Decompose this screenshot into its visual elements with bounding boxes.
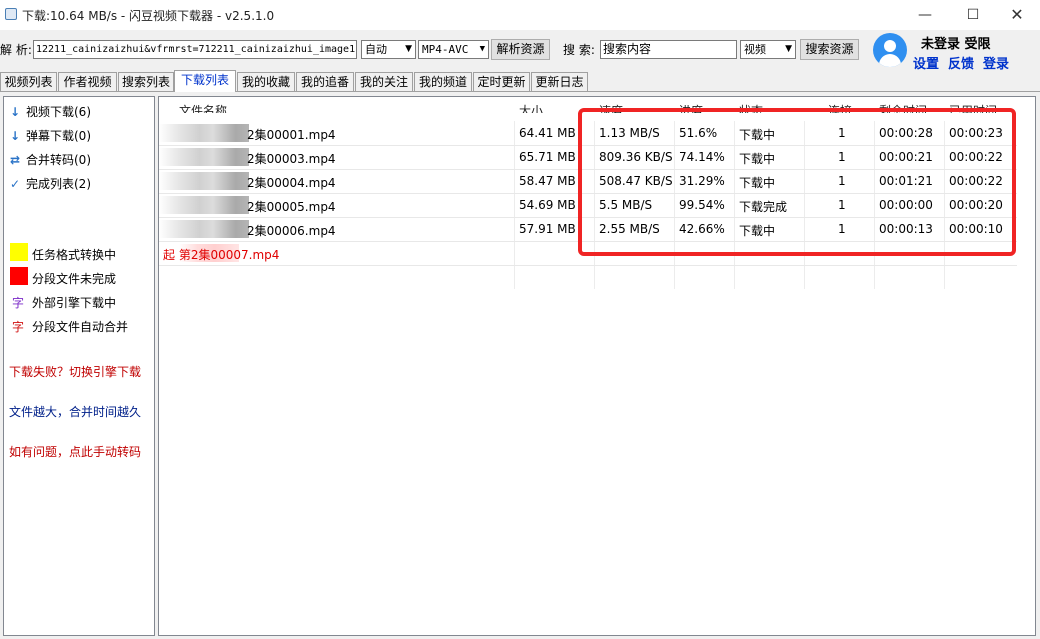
file-size: 64.41 MB <box>519 126 576 140</box>
redacted-filename-blur <box>159 172 249 190</box>
search-input[interactable]: 搜索内容 <box>600 40 737 59</box>
sidebar-item-video-download[interactable]: ↓ 视频下载(6) <box>10 103 91 120</box>
column-header-name[interactable]: 文件名称 <box>179 103 227 113</box>
search-button[interactable]: 搜索资源 <box>800 39 859 60</box>
file-name: 2集00003.mp4 <box>247 152 336 166</box>
tab-my-channel[interactable]: 我的频道 <box>414 72 472 91</box>
format-value: MP4-AVC <box>422 43 469 56</box>
quality-value: 自动 <box>365 43 387 56</box>
chevron-down-icon: ▼ <box>405 44 412 54</box>
close-button[interactable]: ✕ <box>994 0 1040 30</box>
redacted-filename-blur <box>159 196 249 214</box>
file-size: 58.47 MB <box>519 174 576 188</box>
chevron-down-icon: ▼ <box>479 44 485 54</box>
search-label: 搜 索: <box>563 43 595 57</box>
window-title: 下载:10.64 MB/s - 闪豆视频下载器 - v2.5.1.0 <box>22 9 275 23</box>
legend-red-char: 字 <box>12 320 25 334</box>
tab-scheduled-update[interactable]: 定时更新 <box>473 72 530 91</box>
sidebar-item-merge-transcode[interactable]: ⇄ 合并转码(0) <box>10 151 91 168</box>
parse-label: 解 析: <box>0 43 32 57</box>
download-arrow-icon: ↓ <box>10 129 21 143</box>
avatar-icon[interactable] <box>873 33 907 67</box>
highlight-box <box>578 108 1016 256</box>
sidebar-item-label: 完成列表(2) <box>26 177 91 191</box>
maximize-button[interactable]: ☐ <box>950 0 996 30</box>
file-size: 54.69 MB <box>519 198 576 212</box>
merge-time-note: 文件越大，合并时间越久 <box>9 405 142 419</box>
file-name: 2集00001.mp4 <box>247 128 336 142</box>
tab-following[interactable]: 我的关注 <box>355 72 413 91</box>
tab-video-list[interactable]: 视频列表 <box>0 72 57 91</box>
legend-yellow-swatch <box>10 243 28 261</box>
file-size: 65.71 MB <box>519 150 576 164</box>
quality-select[interactable]: 自动 ▼ <box>361 40 416 59</box>
legend-purple-char: 字 <box>12 296 25 310</box>
redacted-filename-blur <box>159 220 249 238</box>
search-type-select[interactable]: 视频 ▼ <box>740 40 796 59</box>
tab-favorites[interactable]: 我的收藏 <box>237 72 295 91</box>
search-type-value: 视频 <box>744 43 766 56</box>
legend-label: 外部引擎下载中 <box>32 296 117 310</box>
manual-transcode-link[interactable]: 如有问题，点此手动转码 <box>9 443 141 460</box>
tab-author-videos[interactable]: 作者视频 <box>58 72 117 91</box>
sidebar: ↓ 视频下载(6) ↓ 弹幕下载(0) ⇄ 合并转码(0) ✓ 完成列表(2) 任务格式… <box>3 96 155 636</box>
file-name: 2集00004.mp4 <box>247 176 336 190</box>
sidebar-item-label: 弹幕下载(0) <box>26 129 91 143</box>
download-arrow-icon: ↓ <box>10 105 21 119</box>
tab-bar: 视频列表 作者视频 搜索列表 下载列表 我的收藏 我的追番 我的关注 我的频道 … <box>0 70 1040 92</box>
app-icon <box>5 8 17 20</box>
legend-label: 任务格式转换中 <box>32 248 117 262</box>
minimize-button[interactable]: — <box>902 0 948 30</box>
tab-download-list[interactable]: 下载列表 <box>174 70 236 92</box>
format-select[interactable]: MP4-AVC ▼ <box>418 40 489 59</box>
legend-label: 分段文件未完成 <box>32 272 117 286</box>
redacted-filename-blur <box>159 148 249 166</box>
tab-following-series[interactable]: 我的追番 <box>296 72 354 91</box>
tab-changelog[interactable]: 更新日志 <box>531 72 588 91</box>
legend-label: 分段文件自动合并 <box>32 320 129 334</box>
sidebar-item-label: 视频下载(6) <box>26 105 91 119</box>
redacted-filename-blur <box>159 124 249 142</box>
tab-divider <box>0 91 1040 92</box>
sidebar-item-danmaku-download[interactable]: ↓ 弹幕下载(0) <box>10 127 91 144</box>
title-bar: 下载:10.64 MB/s - 闪豆视频下载器 - v2.5.1.0 — ☐ ✕ <box>0 0 1040 30</box>
parse-button[interactable]: 解析资源 <box>491 39 550 60</box>
swap-icon: ⇄ <box>10 153 21 167</box>
file-name: 2集00005.mp4 <box>247 200 336 214</box>
chevron-down-icon: ▼ <box>785 44 792 54</box>
legend-red-swatch <box>10 267 28 285</box>
file-name: 2集00006.mp4 <box>247 224 336 238</box>
file-size: 57.91 MB <box>519 222 576 236</box>
column-header-size[interactable]: 大小 <box>519 103 543 113</box>
file-name: 起 第2集00007.mp4 <box>163 248 280 262</box>
user-status: 未登录 受限 <box>921 37 991 52</box>
sidebar-item-label: 合并转码(0) <box>26 153 91 167</box>
sidebar-item-completed[interactable]: ✓ 完成列表(2) <box>10 175 91 192</box>
tab-search-list[interactable]: 搜索列表 <box>118 72 174 91</box>
url-input[interactable]: 12211_cainizaizhui&vfrmrst=712211_cainiz… <box>33 40 357 59</box>
switch-engine-link[interactable]: 下载失败？切换引擎下载 <box>9 363 141 380</box>
check-icon: ✓ <box>10 177 21 191</box>
